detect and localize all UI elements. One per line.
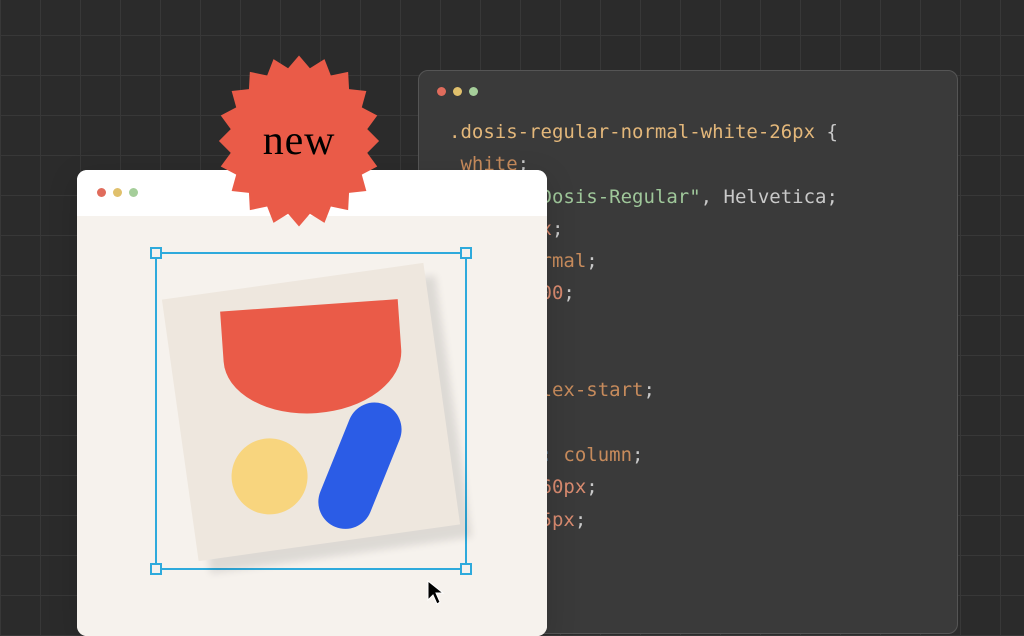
resize-handle-bl[interactable] (150, 563, 162, 575)
design-canvas[interactable] (77, 216, 547, 636)
close-icon[interactable] (97, 188, 106, 197)
shape-circle (227, 433, 313, 519)
cursor-icon (427, 580, 445, 606)
resize-handle-br[interactable] (460, 563, 472, 575)
code-selector: .dosis-regular-normal-white-26px (449, 121, 815, 143)
resize-handle-tr[interactable] (460, 247, 472, 259)
resize-handle-tl[interactable] (150, 247, 162, 259)
close-icon[interactable] (437, 87, 446, 96)
shape-pill (310, 394, 410, 537)
window-controls (419, 71, 957, 106)
selection-box[interactable] (155, 252, 467, 570)
new-badge: new (208, 50, 390, 232)
badge-label: new (263, 117, 336, 165)
design-window (77, 170, 547, 636)
minimize-icon[interactable] (113, 188, 122, 197)
minimize-icon[interactable] (453, 87, 462, 96)
artwork-card[interactable] (162, 263, 460, 561)
maximize-icon[interactable] (469, 87, 478, 96)
maximize-icon[interactable] (129, 188, 138, 197)
shape-fan (220, 299, 405, 419)
